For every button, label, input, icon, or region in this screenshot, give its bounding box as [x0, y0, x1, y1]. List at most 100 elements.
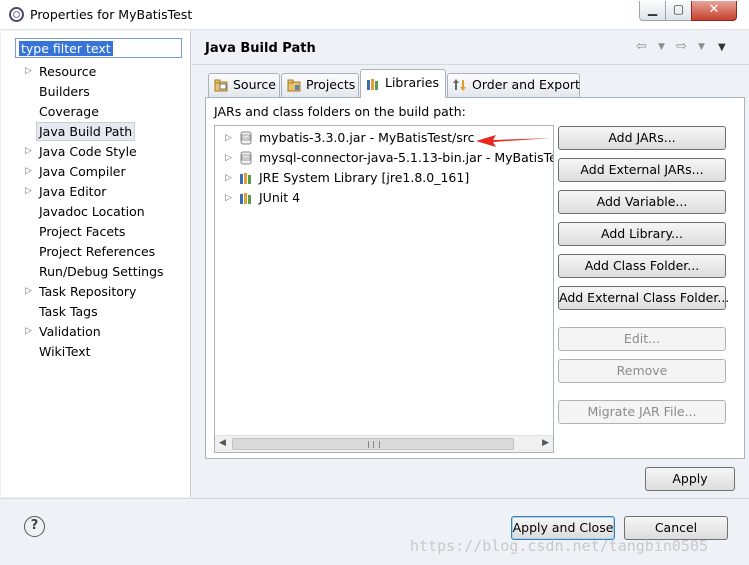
build-path-entry[interactable]: ▷ JUnit 4	[215, 188, 553, 208]
forward-arrow-icon[interactable]: ⇨	[676, 39, 687, 54]
sidebar-item-label: Javadoc Location	[39, 204, 145, 219]
expand-icon[interactable]: ▷	[225, 188, 232, 208]
property-page-tree: type filter text ▷ Resource Builders Covera…	[1, 31, 191, 497]
sidebar-item-label: Java Code Style	[39, 144, 137, 159]
apply-button[interactable]: Apply	[645, 467, 735, 491]
sidebar-item-label: Task Tags	[39, 304, 98, 319]
minimize-button[interactable]: ▁	[639, 1, 666, 21]
sidebar-item[interactable]: Task Tags	[1, 302, 189, 321]
sidebar-item-label: Java Compiler	[39, 164, 126, 179]
sidebar-item[interactable]: ▷ Java Editor	[1, 182, 189, 201]
add-external-jars-button[interactable]: Add External JARs...	[558, 158, 726, 182]
history-navigation: ⇦ ▼ ⇨ ▼ ▼	[636, 39, 736, 59]
tab-label: Libraries	[385, 75, 439, 90]
close-icon: ✕	[708, 2, 720, 17]
sidebar-item-label: Coverage	[39, 104, 99, 119]
add-library-button[interactable]: Add Library...	[558, 222, 726, 246]
expand-icon[interactable]: ▷	[25, 162, 32, 181]
expand-icon[interactable]: ▷	[25, 322, 32, 341]
add-jars-button[interactable]: Add JARs...	[558, 126, 726, 150]
project-icon	[287, 79, 301, 92]
sidebar-item[interactable]: Java Build Path	[1, 122, 189, 141]
sidebar-item[interactable]: ▷ Task Repository	[1, 282, 189, 301]
source-folder-icon	[214, 79, 228, 92]
sidebar-item[interactable]: Coverage	[1, 102, 189, 121]
add-class-folder-button[interactable]: Add Class Folder...	[558, 254, 726, 278]
add-external-class-folder-button[interactable]: Add External Class Folder...	[558, 286, 729, 310]
entry-label: JRE System Library [jre1.8.0_161]	[259, 170, 470, 185]
sidebar-item[interactable]: ▷ Java Compiler	[1, 162, 189, 181]
page-title: Java Build Path	[205, 41, 316, 56]
build-path-entry[interactable]: ▷ JRE System Library [jre1.8.0_161]	[215, 168, 553, 188]
expand-icon[interactable]: ▷	[25, 282, 32, 301]
expand-icon[interactable]: ▷	[225, 168, 232, 188]
scrollbar-thumb[interactable]	[232, 438, 514, 450]
maximize-icon: ▢	[672, 2, 685, 16]
close-button[interactable]: ✕	[691, 1, 737, 21]
build-path-entries-list[interactable]: ▷ 010 mybatis-3.3.0.jar - MyBatisTest/src ▷…	[214, 125, 554, 453]
watermark: https://blog.csdn.net/tangbin0505	[410, 537, 709, 555]
eclipse-icon	[9, 7, 24, 22]
svg-text:010: 010	[243, 156, 250, 160]
help-icon[interactable]: ?	[24, 516, 45, 537]
sidebar-item-label: Builders	[39, 84, 90, 99]
tab-order-and-export[interactable]: Order and Export	[447, 73, 580, 97]
tab-libraries[interactable]: Libraries	[360, 69, 446, 98]
horizontal-scrollbar[interactable]: ◀ ▶	[215, 435, 553, 452]
forward-dropdown-icon[interactable]: ▼	[698, 42, 705, 52]
expand-icon[interactable]: ▷	[25, 142, 32, 161]
sidebar-item-label: Task Repository	[39, 284, 137, 299]
sidebar-item[interactable]: ▷ Validation	[1, 322, 189, 341]
libraries-icon	[367, 79, 378, 90]
entry-label: JUnit 4	[259, 190, 301, 205]
jar-icon: 010	[239, 151, 253, 165]
maximize-button[interactable]: ▢	[665, 1, 692, 21]
migrate-jar-button[interactable]: Migrate JAR File...	[558, 400, 726, 424]
sidebar-item-label: Java Build Path	[36, 122, 136, 141]
tab-source[interactable]: Source	[208, 73, 280, 97]
minimize-icon: ▁	[647, 2, 658, 16]
expand-icon[interactable]: ▷	[25, 182, 32, 201]
sidebar-item[interactable]: Project Facets	[1, 222, 189, 241]
sidebar-item[interactable]: Javadoc Location	[1, 202, 189, 221]
title-separator	[192, 64, 749, 65]
footer-separator	[0, 498, 749, 499]
add-variable-button[interactable]: Add Variable...	[558, 190, 726, 214]
filter-input[interactable]: type filter text	[15, 38, 182, 58]
sidebar-item[interactable]: WikiText	[1, 342, 189, 361]
sidebar-item-label: WikiText	[39, 344, 91, 359]
view-menu-icon[interactable]: ▼	[718, 42, 726, 53]
sidebar-item-label: Resource	[39, 64, 97, 79]
edit-button[interactable]: Edit...	[558, 327, 726, 351]
sidebar-item-label: Project Facets	[39, 224, 126, 239]
tab-label: Projects	[306, 77, 356, 92]
sidebar-item[interactable]: Run/Debug Settings	[1, 262, 189, 281]
filter-text: type filter text	[19, 41, 113, 56]
sidebar-item[interactable]: Builders	[1, 82, 189, 101]
sidebar-item-label: Java Editor	[39, 184, 107, 199]
sidebar-item-label: Run/Debug Settings	[39, 264, 164, 279]
tab-projects[interactable]: Projects	[281, 73, 359, 97]
back-dropdown-icon[interactable]: ▼	[658, 42, 665, 52]
svg-text:010: 010	[243, 136, 250, 140]
sidebar-item[interactable]: Project References	[1, 242, 189, 261]
scroll-right-icon[interactable]: ▶	[542, 438, 549, 448]
title-bar: Properties for MyBatisTest ▁ ▢ ✕	[0, 0, 749, 30]
expand-icon[interactable]: ▷	[25, 62, 32, 81]
tab-label: Source	[233, 77, 276, 92]
back-arrow-icon[interactable]: ⇦	[636, 39, 647, 54]
sidebar-item-label: Validation	[39, 324, 101, 339]
java-build-path-page: Java Build Path ⇦ ▼ ⇨ ▼ ▼ Source Project…	[192, 31, 749, 497]
build-path-entry[interactable]: ▷ 010 mysql-connector-java-5.1.13-bin.jar …	[215, 148, 553, 168]
library-icon	[239, 191, 253, 205]
annotation-arrow-icon	[476, 135, 552, 147]
expand-icon[interactable]: ▷	[225, 148, 232, 168]
remove-button[interactable]: Remove	[558, 359, 726, 383]
entry-label: mysql-connector-java-5.1.13-bin.jar - My…	[259, 150, 553, 165]
tab-label: Order and Export	[472, 77, 580, 92]
window-title: Properties for MyBatisTest	[30, 7, 193, 22]
scroll-left-icon[interactable]: ◀	[219, 438, 226, 448]
expand-icon[interactable]: ▷	[225, 128, 232, 148]
sidebar-item[interactable]: ▷ Resource	[1, 62, 189, 81]
sidebar-item[interactable]: ▷ Java Code Style	[1, 142, 189, 161]
